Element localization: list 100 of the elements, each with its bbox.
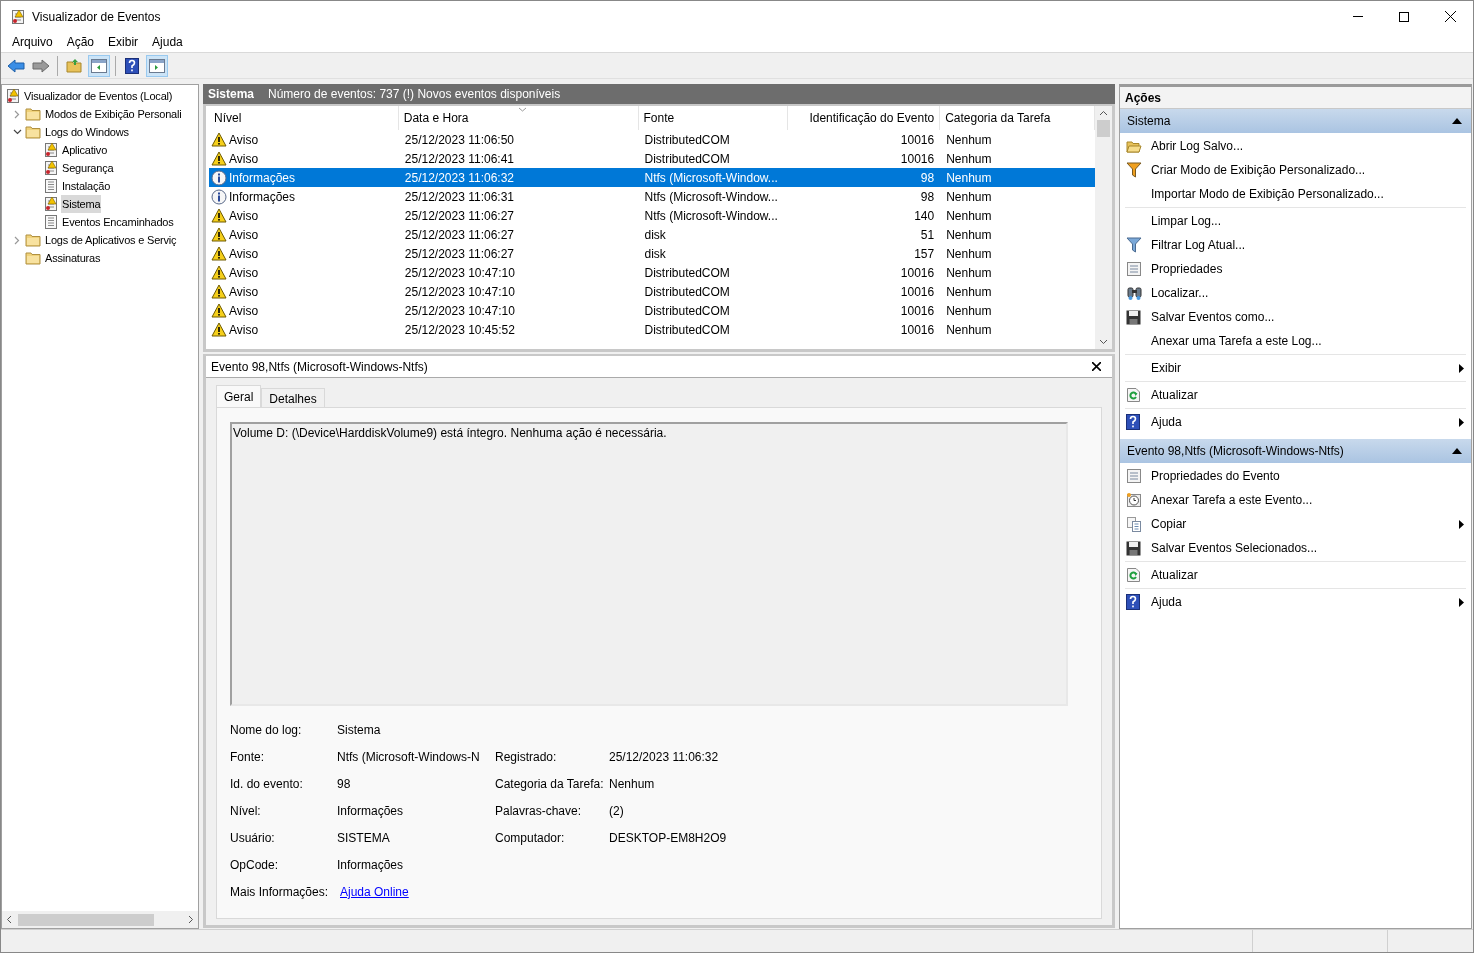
action-item[interactable]: Anexar Tarefa a este Evento... (1151, 491, 1313, 509)
collapse-icon[interactable] (1452, 448, 1462, 454)
chevron-right-icon[interactable] (14, 235, 20, 245)
tree-item[interactable]: Eventos Encaminhados (61, 213, 175, 231)
table-cell-text: Nenhum (946, 245, 992, 263)
field-label: Palavras-chave: (495, 803, 583, 820)
field-value: 98 (337, 777, 351, 791)
collapse-icon[interactable] (1452, 118, 1462, 124)
tree-item[interactable]: Segurança (61, 159, 115, 177)
field-value: Informações (337, 858, 404, 872)
tree-item[interactable]: Sistema (61, 195, 102, 213)
table-cell-text: 25/12/2023 10:47:10 (404, 283, 515, 301)
table-cell-text: Aviso (229, 226, 259, 244)
tree-item[interactable]: Logs de Aplicativos e Serviç (44, 231, 178, 249)
menu-item[interactable]: Exibir (101, 33, 146, 51)
properties-icon (1126, 468, 1142, 484)
close-icon[interactable] (1092, 362, 1101, 371)
table-row[interactable]: Informações 25/12/2023 11:06:31 Ntfs (Microsoft-Window... 98 Nenhum (209, 187, 1095, 206)
clock-icon (1126, 492, 1142, 508)
tree-item[interactable]: Visualizador de Eventos (Local) (23, 87, 174, 105)
tree-item[interactable]: Assinaturas (44, 249, 102, 267)
action-item[interactable]: Abrir Log Salvo... (1151, 137, 1244, 155)
tree-item[interactable]: Logs do Windows (44, 123, 130, 141)
action-item[interactable]: Salvar Eventos Selecionados... (1151, 539, 1318, 557)
tree-item[interactable]: Modos de Exibição Personali (44, 105, 183, 123)
table-row[interactable]: Aviso 25/12/2023 11:06:41 DistributedCOM 10016 Nenhum (209, 149, 1095, 168)
log-name: Sistema (208, 86, 255, 103)
warning-icon (211, 246, 227, 261)
action-item[interactable]: Ajuda (1151, 413, 1182, 431)
table-row[interactable]: Aviso 25/12/2023 10:47:10 DistributedCOM 10016 Nenhum (209, 263, 1095, 282)
table-cell-text: Aviso (229, 321, 259, 339)
table-row[interactable]: Aviso 25/12/2023 10:47:10 DistributedCOM 10016 Nenhum (209, 282, 1095, 301)
action-item[interactable]: Copiar (1151, 515, 1187, 533)
tree-item[interactable]: Instalação (61, 177, 112, 195)
menu-item[interactable]: Arquivo (5, 33, 60, 51)
table-cell-text: DistributedCOM (644, 283, 730, 301)
chevron-down-icon[interactable] (12, 129, 22, 135)
field-value: Sistema (337, 723, 381, 737)
scroll-left-icon[interactable] (6, 915, 12, 924)
action-item[interactable]: Importar Modo de Exibição Personalizado... (1151, 185, 1384, 203)
table-row[interactable]: Aviso 25/12/2023 11:06:27 disk 51 Nenhum (209, 225, 1095, 244)
submenu-arrow-icon (1459, 519, 1464, 529)
menu-item[interactable]: Ajuda (145, 33, 190, 51)
warning-icon (211, 132, 227, 147)
action-item[interactable]: Atualizar (1151, 566, 1198, 584)
table-row[interactable]: Aviso 25/12/2023 10:45:52 DistributedCOM 10016 Nenhum (209, 320, 1095, 339)
column-header[interactable]: Data e Hora (398, 106, 639, 130)
table-row[interactable]: Aviso 25/12/2023 11:06:27 Ntfs (Microsoft-Window... 140 Nenhum (209, 206, 1095, 225)
table-cell-text: Nenhum (946, 150, 992, 168)
scroll-up-icon[interactable] (1099, 110, 1108, 116)
table-cell-text: 10016 (900, 321, 935, 339)
tab[interactable]: Detalhes (261, 388, 325, 407)
table-cell-text: Nenhum (946, 264, 992, 282)
table-row[interactable]: Aviso 25/12/2023 11:06:50 DistributedCOM 10016 Nenhum (209, 130, 1095, 149)
scroll-thumb[interactable] (1097, 120, 1110, 137)
table-row[interactable]: Aviso 25/12/2023 10:47:10 DistributedCOM 10016 Nenhum (209, 301, 1095, 320)
event-count-text: Número de eventos: 737 (!) Novos eventos disponíveis (268, 86, 561, 103)
column-header[interactable]: Identificação do Evento (788, 106, 941, 130)
column-header[interactable]: Fonte (638, 106, 789, 130)
log-icon (11, 8, 26, 25)
folder-icon (25, 106, 42, 122)
action-item[interactable]: Filtrar Log Atual... (1151, 236, 1246, 254)
scroll-down-icon[interactable] (1099, 339, 1108, 345)
section-header[interactable]: Evento 98,Ntfs (Microsoft-Windows-Ntfs) (1120, 439, 1471, 463)
action-item[interactable]: Salvar Eventos como... (1151, 308, 1275, 326)
table-row[interactable]: Aviso 25/12/2023 11:06:27 disk 157 Nenhum (209, 244, 1095, 263)
help-icon (1126, 594, 1140, 610)
chevron-right-icon[interactable] (14, 109, 20, 119)
table-cell-text: DistributedCOM (644, 321, 730, 339)
table-row[interactable]: Informações 25/12/2023 11:06:32 Ntfs (Microsoft-Window... 98 Nenhum (209, 168, 1095, 187)
table-cell-text: 98 (920, 169, 935, 187)
menu-item[interactable]: Ação (59, 33, 102, 51)
table-cell-text: Aviso (229, 245, 259, 263)
details-title: Evento 98,Ntfs (Microsoft-Windows-Ntfs) (211, 358, 428, 376)
action-item[interactable]: Ajuda (1151, 593, 1182, 611)
action-item[interactable]: Anexar uma Tarefa a este Log... (1151, 332, 1322, 350)
action-item[interactable]: Atualizar (1151, 386, 1198, 404)
log-icon (44, 214, 59, 230)
folder-icon (25, 124, 42, 140)
action-item[interactable]: Limpar Log... (1151, 212, 1222, 230)
column-header[interactable]: Nível (209, 106, 399, 130)
column-header[interactable]: Categoria da Tarefa (940, 106, 1095, 130)
table-cell-text: DistributedCOM (644, 131, 730, 149)
horizontal-scrollbar[interactable] (2, 911, 198, 928)
table-cell-text: 10016 (900, 283, 935, 301)
scroll-right-icon[interactable] (188, 915, 194, 924)
action-item[interactable]: Criar Modo de Exibição Personalizado... (1151, 161, 1366, 179)
action-item[interactable]: Propriedades do Evento (1151, 467, 1280, 485)
vertical-scrollbar[interactable] (1095, 106, 1112, 349)
section-header[interactable]: Sistema (1120, 109, 1471, 133)
action-item[interactable]: Exibir (1151, 359, 1181, 377)
action-item[interactable]: Localizar... (1151, 284, 1209, 302)
action-item[interactable]: Propriedades (1151, 260, 1223, 278)
tab[interactable]: Geral (216, 385, 262, 407)
scroll-thumb[interactable] (18, 913, 154, 926)
help-link[interactable]: Ajuda Online (340, 885, 409, 899)
event-message: Volume D: (\Device\HarddiskVolume9) está íntegro. Nenhuma ação é necessária. (233, 426, 667, 440)
field-label: OpCode: (230, 857, 280, 874)
tree-item[interactable]: Aplicativo (61, 141, 109, 159)
field-value: SISTEMA (337, 831, 390, 845)
